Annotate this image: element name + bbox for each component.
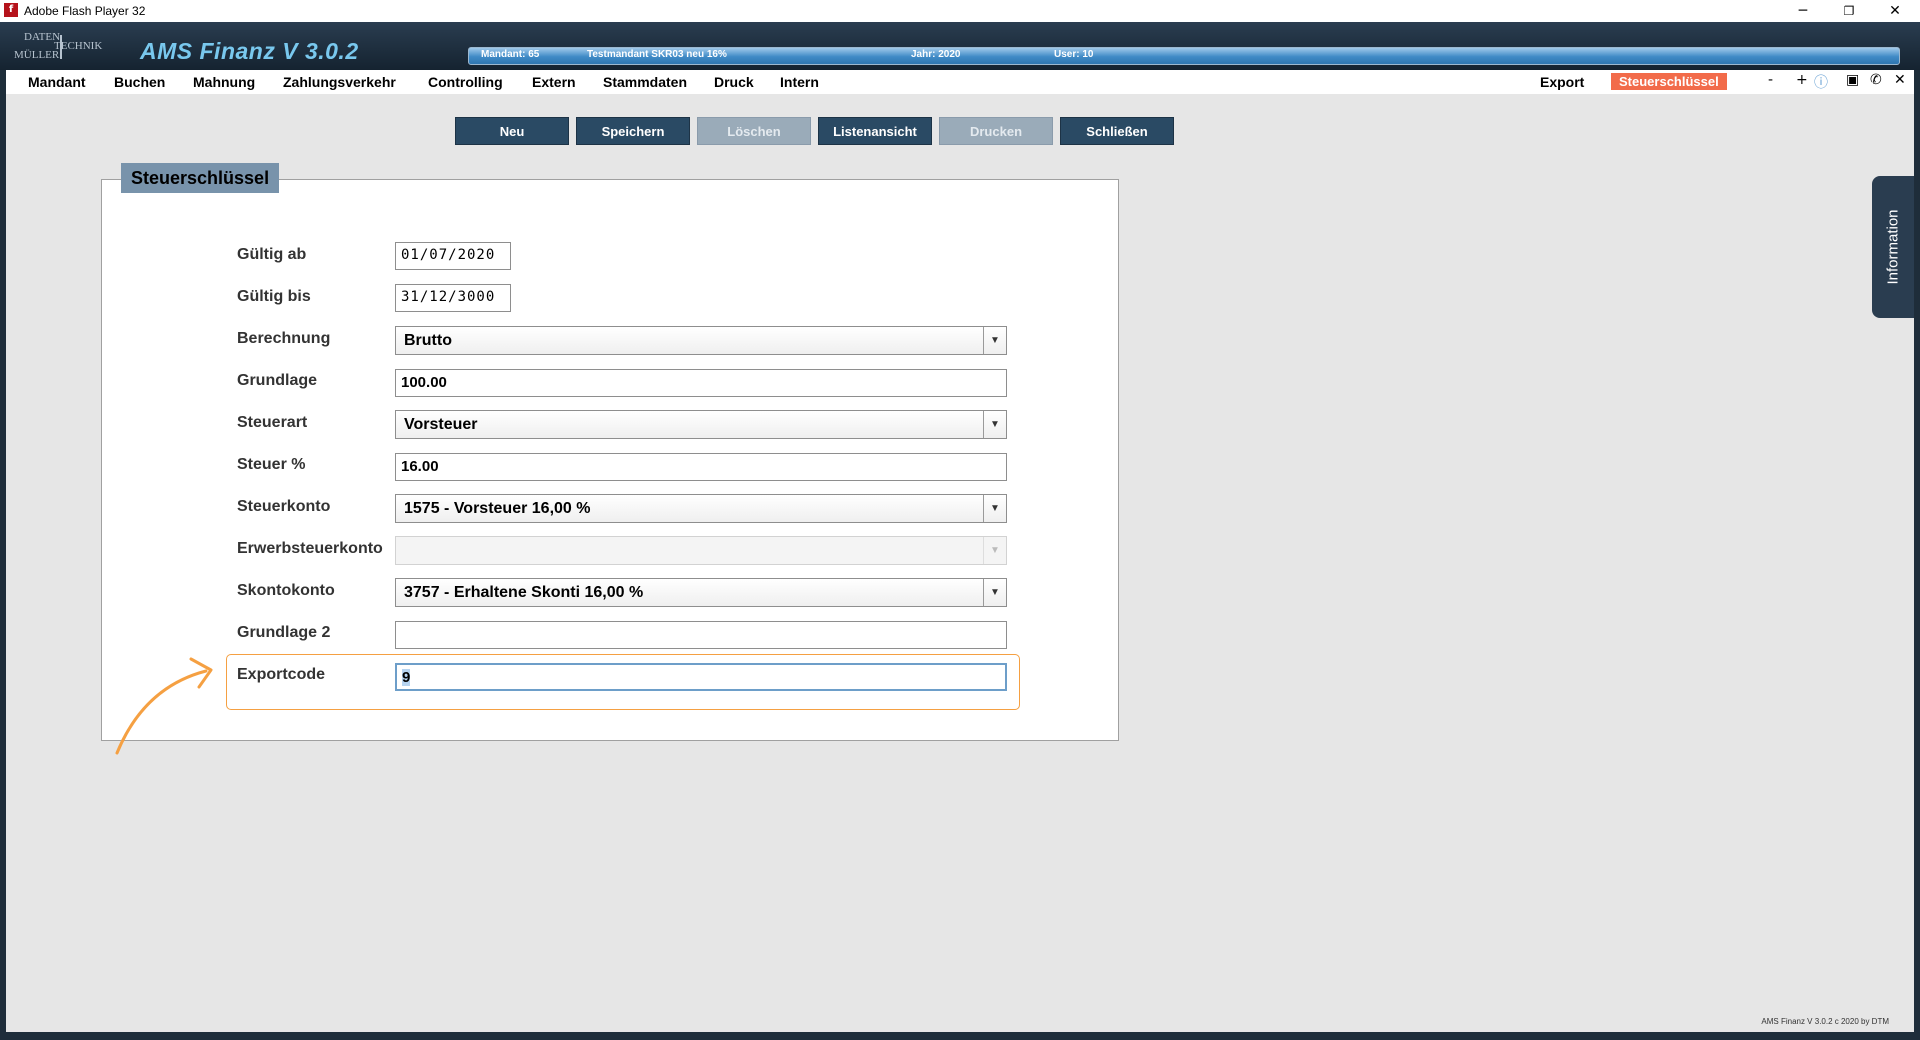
steuerart-dropdown[interactable]: Vorsteuer ▼ — [395, 410, 1007, 439]
main-content: Neu Speichern Löschen Listenansicht Druc… — [6, 94, 1914, 1032]
menu-export[interactable]: Export — [1540, 74, 1584, 90]
steuer-pct-field[interactable]: 16.00 — [395, 453, 1007, 481]
annotation-arrow-icon — [115, 657, 213, 755]
close-icon[interactable]: ✕ — [1894, 72, 1906, 88]
menu-extern[interactable]: Extern — [532, 74, 576, 90]
berechnung-label: Berechnung — [237, 330, 331, 347]
steuer-pct-label: Steuer % — [237, 456, 306, 473]
menu-controlling[interactable]: Controlling — [428, 74, 503, 90]
chevron-down-icon[interactable]: ▼ — [983, 411, 1006, 438]
grundlage2-label: Grundlage 2 — [237, 624, 331, 641]
erwerbsteuerkonto-dropdown: ▼ — [395, 536, 1007, 565]
close-button[interactable]: Schließen — [1060, 117, 1174, 145]
gueltig-ab-field[interactable]: 01/07/2020 — [395, 242, 511, 270]
chevron-down-icon[interactable]: ▼ — [983, 579, 1006, 606]
skontokonto-label: Skontokonto — [237, 582, 335, 599]
gueltig-bis-field[interactable]: 31/12/3000 — [395, 284, 511, 312]
chevron-down-icon[interactable]: ▼ — [983, 495, 1006, 522]
print-button[interactable]: Drucken — [939, 117, 1053, 145]
grundlage2-field[interactable] — [395, 621, 1007, 649]
exportcode-value: 9 — [402, 669, 411, 686]
save-icon[interactable]: ▣ — [1846, 72, 1859, 88]
information-tab-label: Information — [1884, 209, 1902, 285]
minus-icon[interactable]: - — [1768, 72, 1773, 88]
footer-version: AMS Finanz V 3.0.2 c 2020 by DTM — [1761, 1017, 1889, 1026]
info-testmandant: Testmandant SKR03 neu 16% — [587, 49, 727, 60]
minimize-icon[interactable]: ─ — [1780, 0, 1826, 22]
menu-intern[interactable]: Intern — [780, 74, 819, 90]
app-title: AMS Finanz V 3.0.2 — [140, 38, 359, 64]
info-user: User: 10 — [1054, 49, 1094, 60]
phone-icon[interactable]: ✆ — [1870, 72, 1882, 88]
menu-bar: Mandant Buchen Mahnung Zahlungsverkehr C… — [6, 70, 1914, 94]
information-tab[interactable]: Information — [1872, 176, 1914, 318]
info-mandant: Mandant: 65 — [481, 49, 540, 60]
session-info-bar: Mandant: 65 Testmandant SKR03 neu 16% Ja… — [468, 47, 1900, 65]
delete-button[interactable]: Löschen — [697, 117, 811, 145]
grundlage-field[interactable]: 100.00 — [395, 369, 1007, 397]
save-button[interactable]: Speichern — [576, 117, 690, 145]
chevron-down-icon[interactable]: ▼ — [983, 327, 1006, 354]
exportcode-label: Exportcode — [237, 666, 326, 683]
menu-mandant[interactable]: Mandant — [28, 74, 86, 90]
panel-title: Steuerschlüssel — [121, 163, 280, 193]
help-icon[interactable]: ⓘ — [1814, 72, 1828, 92]
menu-stammdaten[interactable]: Stammdaten — [603, 74, 687, 90]
menu-buchen[interactable]: Buchen — [114, 74, 165, 90]
menu-zahlungsverkehr[interactable]: Zahlungsverkehr — [283, 74, 396, 90]
skontokonto-value: 3757 - Erhaltene Skonti 16,00 % — [404, 584, 644, 601]
gueltig-bis-label: Gültig bis — [237, 288, 311, 305]
new-button[interactable]: Neu — [455, 117, 569, 145]
company-logo: DATEN TECHNIK MÜLLER — [14, 31, 103, 61]
steuerkonto-label: Steuerkonto — [237, 498, 331, 515]
menu-mahnung[interactable]: Mahnung — [193, 74, 255, 90]
skontokonto-dropdown[interactable]: 3757 - Erhaltene Skonti 16,00 % ▼ — [395, 578, 1007, 607]
window-titlebar: f Adobe Flash Player 32 ─ ❐ ✕ — [0, 0, 1920, 23]
gueltig-ab-label: Gültig ab — [237, 246, 307, 263]
restore-icon[interactable]: ❐ — [1826, 0, 1872, 22]
erwerbsteuerkonto-label: Erwerbsteuerkonto — [237, 540, 383, 557]
chevron-down-icon: ▼ — [983, 537, 1006, 564]
window-title: Adobe Flash Player 32 — [24, 4, 146, 18]
tab-steuerschluessel[interactable]: Steuerschlüssel — [1611, 73, 1727, 90]
list-view-button[interactable]: Listenansicht — [818, 117, 932, 145]
info-jahr: Jahr: 2020 — [911, 49, 961, 60]
berechnung-dropdown[interactable]: Brutto ▼ — [395, 326, 1007, 355]
flash-icon: f — [4, 3, 18, 17]
steuerart-label: Steuerart — [237, 414, 308, 431]
exportcode-field[interactable]: 9 — [395, 663, 1007, 691]
steuerart-value: Vorsteuer — [404, 416, 478, 433]
menu-druck[interactable]: Druck — [714, 74, 754, 90]
grundlage-label: Grundlage — [237, 372, 318, 389]
steuerkonto-dropdown[interactable]: 1575 - Vorsteuer 16,00 % ▼ — [395, 494, 1007, 523]
steuerkonto-value: 1575 - Vorsteuer 16,00 % — [404, 500, 591, 517]
close-icon[interactable]: ✕ — [1872, 0, 1918, 22]
berechnung-value: Brutto — [404, 332, 452, 349]
plus-icon[interactable]: + — [1796, 72, 1808, 88]
